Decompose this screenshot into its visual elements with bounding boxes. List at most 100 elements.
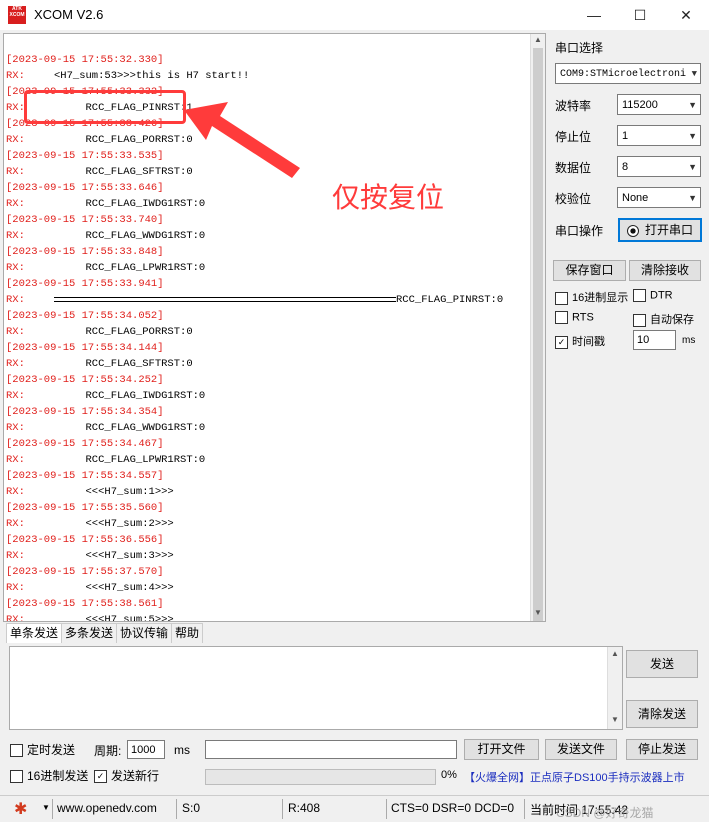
rx-text: RCC_FLAG_PORRST:0 <box>54 134 193 146</box>
scroll-down-icon[interactable]: ▼ <box>610 715 620 727</box>
send-file-button[interactable]: 发送文件 <box>545 739 617 760</box>
tab-protocol[interactable]: 协议传输 <box>116 623 173 643</box>
timestamp-text: [2023-09-15 17:55:34.467] <box>6 438 164 450</box>
rx-text: RCC_FLAG_WWDG1RST:0 <box>54 230 206 242</box>
rx-text: <<<H7_sum:2>>> <box>54 518 174 530</box>
rx-prefix: RX: <box>6 614 25 622</box>
receive-line: [2023-09-15 17:55:34.252] <box>6 372 531 388</box>
receive-line: [2023-09-15 17:55:33.646] <box>6 180 531 196</box>
timestamp-input[interactable]: 10 <box>633 330 676 350</box>
timestamp-text: [2023-09-15 17:55:33.941] <box>6 278 164 290</box>
website-link[interactable]: www.openedv.com <box>57 801 157 815</box>
timestamp-text: [2023-09-15 17:55:37.570] <box>6 566 164 578</box>
receive-line: RX: <<<H7_sum:4>>> <box>6 580 531 596</box>
checkbox-icon <box>10 744 23 758</box>
scroll-up-icon[interactable]: ▲ <box>533 35 543 47</box>
timestamp-text: [2023-09-15 17:55:34.557] <box>6 470 164 482</box>
receive-line: RX: RCC_FLAG_WWDG1RST:0 <box>6 228 531 244</box>
send-newline-checkbox[interactable]: ✓ 发送新行 <box>94 767 159 784</box>
stop-label: 停止位 <box>555 130 592 144</box>
rx-text: <<<H7_sum:1>>> <box>54 486 174 498</box>
chevron-down-icon: ▼ <box>688 162 697 172</box>
hex-display-checkbox[interactable]: 16进制显示 <box>555 289 628 305</box>
stop-value: 1 <box>622 130 629 142</box>
rx-text: <<<H7_sum:5>>> <box>54 614 174 622</box>
timestamp-text: [2023-09-15 17:55:38.561] <box>6 598 164 610</box>
status-bar: ✱ ▼ www.openedv.com S:0 R:408 CTS=0 DSR=… <box>0 795 709 822</box>
send-scrollbar[interactable]: ▲ ▼ <box>607 647 622 729</box>
chevron-down-icon[interactable]: ▼ <box>42 803 50 812</box>
rx-prefix: RX: <box>6 486 25 498</box>
chevron-down-icon: ▼ <box>688 131 697 141</box>
hex-send-checkbox[interactable]: 16进制发送 <box>10 767 88 784</box>
line-status: CTS=0 DSR=0 DCD=0 <box>391 801 515 815</box>
receive-line: [2023-09-15 17:55:36.556] <box>6 532 531 548</box>
timestamp-text: [2023-09-15 17:55:33.848] <box>6 246 164 258</box>
send-input[interactable]: ▲ ▼ <box>9 646 623 730</box>
open-port-button[interactable]: 打开串口 <box>618 218 702 242</box>
rx-prefix: RX: <box>6 198 25 210</box>
timestamp-text: [2023-09-15 17:55:34.052] <box>6 310 164 322</box>
maximize-button[interactable]: ☐ <box>617 0 663 30</box>
rts-checkbox[interactable]: RTS <box>555 311 594 324</box>
garbled-line <box>54 296 396 302</box>
rx-text: RCC_FLAG_LPWR1RST:0 <box>54 262 206 274</box>
receive-line: [2023-09-15 17:55:34.354] <box>6 404 531 420</box>
rx-text: RCC_FLAG_IWDG1RST:0 <box>54 198 206 210</box>
tab-multi-send[interactable]: 多条发送 <box>61 623 118 643</box>
send-button[interactable]: 发送 <box>626 650 698 678</box>
rx-text: RCC_FLAG_SFTRST:0 <box>54 166 193 178</box>
timestamp-checkbox[interactable]: ✓ 时间戳 <box>555 333 605 349</box>
ad-link[interactable]: 【火爆全网】正点原子DS100手持示波器上市 <box>464 769 685 785</box>
rx-prefix: RX: <box>6 262 25 274</box>
timed-send-checkbox[interactable]: 定时发送 <box>10 741 75 758</box>
close-button[interactable]: ✕ <box>663 0 709 30</box>
tab-help[interactable]: 帮助 <box>171 623 204 643</box>
auto-save-checkbox[interactable]: 自动保存 <box>633 311 694 327</box>
rx-prefix: RX: <box>6 70 25 82</box>
parity-select[interactable]: None ▼ <box>617 187 701 208</box>
port-select[interactable]: COM9:STMicroelectroni ▼ <box>555 63 701 84</box>
receive-scrollbar[interactable]: ▲ ▼ <box>530 34 545 621</box>
stop-select[interactable]: 1 ▼ <box>617 125 701 146</box>
clear-receive-button[interactable]: 清除接收 <box>629 260 701 281</box>
minimize-button[interactable]: — <box>571 0 617 30</box>
rx-text: RCC_FLAG_SFTRST:0 <box>54 358 193 370</box>
scroll-down-icon[interactable]: ▼ <box>533 608 543 620</box>
timestamp-text: [2023-09-15 17:55:36.556] <box>6 534 164 546</box>
rx-prefix: RX: <box>6 326 25 338</box>
rx-text: <<<H7_sum:4>>> <box>54 582 174 594</box>
checkmark-icon: ✓ <box>555 335 568 349</box>
baud-select[interactable]: 115200 ▼ <box>617 94 701 115</box>
data-select[interactable]: 8 ▼ <box>617 156 701 177</box>
gear-icon[interactable]: ✱ <box>14 799 27 819</box>
scroll-up-icon[interactable]: ▲ <box>610 649 620 661</box>
open-file-button[interactable]: 打开文件 <box>464 739 539 760</box>
rx-text: RCC_FLAG_IWDG1RST:0 <box>54 390 206 402</box>
receive-line: [2023-09-15 17:55:34.052] <box>6 308 531 324</box>
clear-send-button[interactable]: 清除发送 <box>626 700 698 728</box>
checkmark-icon: ✓ <box>94 770 107 784</box>
timestamp-text: [2023-09-15 17:55:32.330] <box>6 54 164 66</box>
rx-prefix: RX: <box>6 230 25 242</box>
rx-prefix: RX: <box>6 134 25 146</box>
highlight-box <box>24 90 186 124</box>
hex-display-label: 16进制显示 <box>572 292 629 304</box>
dtr-checkbox[interactable]: DTR <box>633 289 673 302</box>
chevron-down-icon: ▼ <box>688 193 697 203</box>
scroll-thumb[interactable] <box>533 48 543 621</box>
file-path-input[interactable] <box>205 740 457 759</box>
rx-prefix: RX: <box>6 518 25 530</box>
receive-line: [2023-09-15 17:55:33.740] <box>6 212 531 228</box>
timestamp-text: [2023-09-15 17:55:33.740] <box>6 214 164 226</box>
receive-line: RX: <<<H7_sum:2>>> <box>6 516 531 532</box>
rx-prefix: RX: <box>6 422 25 434</box>
send-progress-bar <box>205 769 436 785</box>
stop-send-button[interactable]: 停止发送 <box>626 739 698 760</box>
chevron-down-icon: ▼ <box>688 100 697 110</box>
rx-prefix: RX: <box>6 390 25 402</box>
tab-single-send[interactable]: 单条发送 <box>6 623 63 643</box>
save-window-button[interactable]: 保存窗口 <box>553 260 626 281</box>
open-port-label: 打开串口 <box>644 223 693 237</box>
period-input[interactable]: 1000 <box>127 740 165 759</box>
